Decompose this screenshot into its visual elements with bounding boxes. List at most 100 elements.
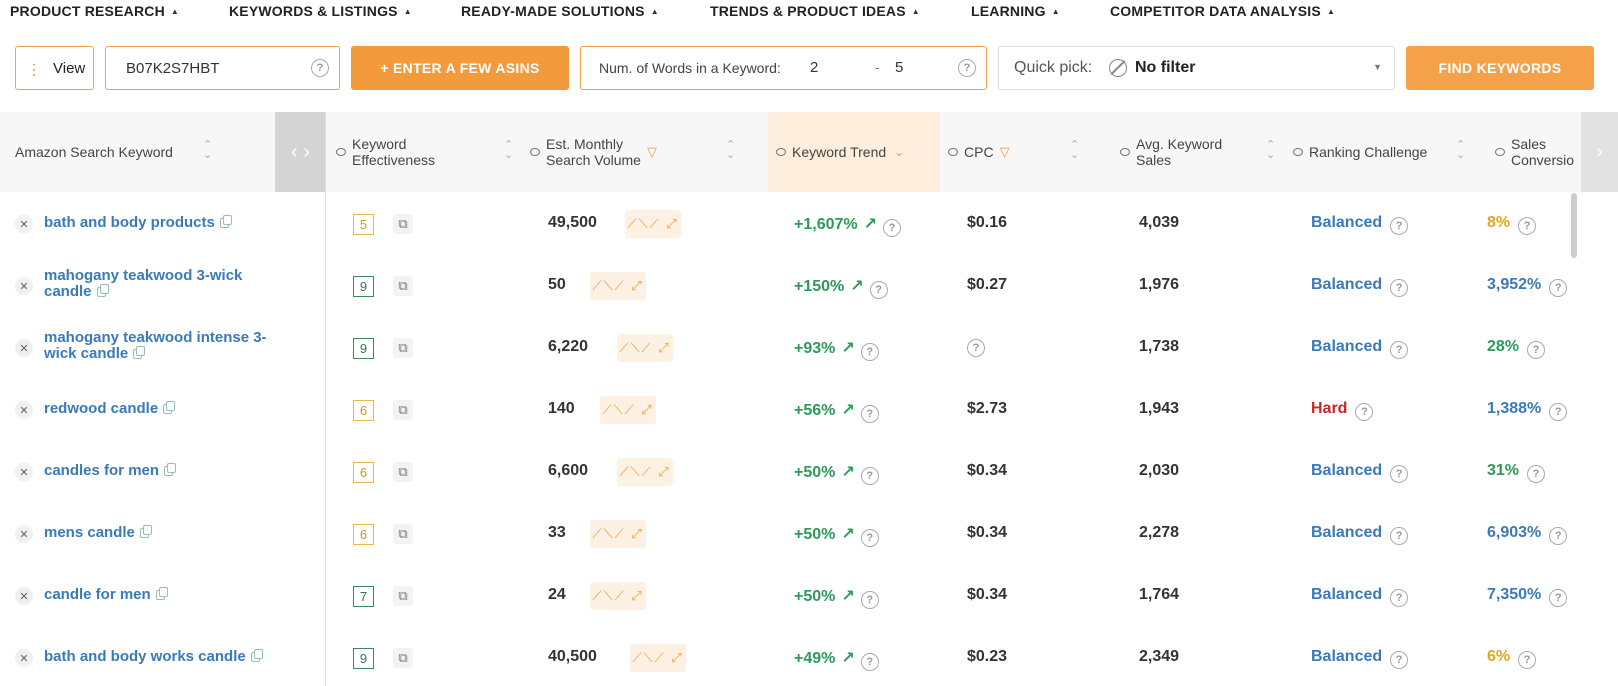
external-link-icon[interactable]: ⧉ bbox=[393, 462, 413, 482]
external-link-icon[interactable]: ⧉ bbox=[393, 524, 413, 544]
copy-icon[interactable] bbox=[139, 525, 152, 538]
keyword-link[interactable]: mahogany teakwood 3-wick candle bbox=[44, 268, 294, 300]
table-row[interactable]: ✕ candle for men 7 ⧉ 24 ⟋⟍⟋ ⤢ +50% ↗? $0.… bbox=[0, 565, 1618, 627]
sort-icon[interactable]: ⌃ ⌄ bbox=[1070, 140, 1079, 161]
help-icon[interactable]: ? bbox=[1527, 465, 1546, 483]
col-est-monthly-search-volume[interactable]: Est. Monthly Search Volume ▽ ⌃ ⌄ bbox=[530, 112, 740, 192]
filter-icon[interactable]: ▽ bbox=[647, 144, 657, 160]
nav-keywords-listings[interactable]: KEYWORDS & LISTINGS ▲ bbox=[229, 3, 412, 19]
table-row[interactable]: ✕ redwood candle 6 ⧉ 140 ⟋⟍⟋ ⤢ +56% ↗? $2… bbox=[0, 379, 1618, 441]
help-icon[interactable]: ? bbox=[958, 59, 976, 77]
help-icon[interactable]: ? bbox=[860, 653, 879, 671]
eye-icon[interactable] bbox=[1293, 148, 1303, 156]
chevron-down-icon[interactable]: ⌄ bbox=[894, 144, 904, 160]
sparkline-icon[interactable]: ⟋⟍⟋ ⤢ bbox=[617, 334, 673, 362]
sort-icon[interactable]: ⌃ ⌄ bbox=[203, 140, 212, 161]
external-link-icon[interactable]: ⧉ bbox=[393, 586, 413, 606]
help-icon[interactable]: ? bbox=[860, 343, 879, 361]
help-icon[interactable]: ? bbox=[1518, 651, 1537, 669]
sparkline-icon[interactable]: ⟋⟍⟋ ⤢ bbox=[590, 582, 646, 610]
help-icon[interactable]: ? bbox=[1390, 465, 1409, 483]
help-icon[interactable]: ? bbox=[1390, 279, 1409, 297]
help-icon[interactable]: ? bbox=[883, 219, 902, 237]
eye-icon[interactable] bbox=[1120, 148, 1130, 156]
col-amazon-search-keyword[interactable]: Amazon Search Keyword ⌃ ⌄ bbox=[15, 112, 265, 192]
copy-icon[interactable] bbox=[133, 346, 146, 359]
keyword-link[interactable]: bath and body works candle bbox=[44, 649, 294, 665]
sparkline-icon[interactable]: ⟋⟍⟋ ⤢ bbox=[590, 272, 646, 300]
nav-trends-product-ideas[interactable]: TRENDS & PRODUCT IDEAS ▲ bbox=[710, 3, 920, 19]
keyword-link[interactable]: candle for men bbox=[44, 587, 294, 603]
nav-ready-made-solutions[interactable]: READY-MADE SOLUTIONS ▲ bbox=[461, 3, 659, 19]
eye-icon[interactable] bbox=[776, 148, 786, 156]
help-icon[interactable]: ? bbox=[1390, 651, 1409, 669]
help-icon[interactable]: ? bbox=[1527, 341, 1546, 359]
help-icon[interactable]: ? bbox=[1549, 279, 1568, 297]
help-icon[interactable]: ? bbox=[311, 59, 329, 77]
nav-product-research[interactable]: PRODUCT RESEARCH ▲ bbox=[10, 3, 179, 19]
nav-learning[interactable]: LEARNING ▲ bbox=[971, 3, 1060, 19]
help-icon[interactable]: ? bbox=[860, 591, 879, 609]
copy-icon[interactable] bbox=[164, 463, 177, 476]
col-sales-conversion[interactable]: Sales Conversio bbox=[1495, 112, 1581, 192]
sparkline-icon[interactable]: ⟋⟍⟋ ⤢ bbox=[617, 458, 673, 486]
remove-icon[interactable]: ✕ bbox=[15, 463, 33, 481]
eye-icon[interactable] bbox=[948, 148, 958, 156]
scroll-right-button[interactable]: › bbox=[1581, 112, 1618, 192]
help-icon[interactable]: ? bbox=[1390, 217, 1409, 235]
external-link-icon[interactable]: ⧉ bbox=[393, 648, 413, 668]
remove-icon[interactable]: ✕ bbox=[15, 587, 33, 605]
eye-icon[interactable] bbox=[336, 148, 346, 156]
table-row[interactable]: ✕ mahogany teakwood 3-wick candle 9 ⧉ 50 … bbox=[0, 255, 1618, 317]
copy-icon[interactable] bbox=[219, 215, 232, 228]
col-avg-keyword-sales[interactable]: Avg. Keyword Sales ⌃ ⌄ bbox=[1120, 112, 1280, 192]
help-icon[interactable]: ? bbox=[1549, 589, 1568, 607]
external-link-icon[interactable]: ⧉ bbox=[393, 214, 413, 234]
sparkline-icon[interactable]: ⟋⟍⟋ ⤢ bbox=[625, 210, 681, 238]
help-icon[interactable]: ? bbox=[860, 467, 879, 485]
sparkline-icon[interactable]: ⟋⟍⟋ ⤢ bbox=[590, 520, 646, 548]
word-count-min-input[interactable]: 2 bbox=[810, 59, 818, 76]
remove-icon[interactable]: ✕ bbox=[15, 339, 33, 357]
remove-icon[interactable]: ✕ bbox=[15, 215, 33, 233]
table-row[interactable]: ✕ mahogany teakwood intense 3- wick candl… bbox=[0, 317, 1618, 379]
copy-icon[interactable] bbox=[96, 284, 109, 297]
external-link-icon[interactable]: ⧉ bbox=[393, 338, 413, 358]
external-link-icon[interactable]: ⧉ bbox=[393, 276, 413, 296]
sparkline-icon[interactable]: ⟋⟍⟋ ⤢ bbox=[600, 396, 656, 424]
remove-icon[interactable]: ✕ bbox=[15, 525, 33, 543]
quick-pick-select[interactable]: Quick pick: No filter ▼ bbox=[998, 46, 1395, 90]
remove-icon[interactable]: ✕ bbox=[15, 401, 33, 419]
sparkline-icon[interactable]: ⟋⟍⟋ ⤢ bbox=[630, 644, 686, 672]
help-icon[interactable]: ? bbox=[1549, 403, 1568, 421]
external-link-icon[interactable]: ⧉ bbox=[393, 400, 413, 420]
copy-icon[interactable] bbox=[155, 587, 168, 600]
table-row[interactable]: ✕ bath and body works candle 9 ⧉ 40,500 … bbox=[0, 627, 1618, 686]
nav-competitor-data-analysis[interactable]: COMPETITOR DATA ANALYSIS ▲ bbox=[1110, 3, 1335, 19]
table-row[interactable]: ✕ candles for men 6 ⧉ 6,600 ⟋⟍⟋ ⤢ +50% ↗?… bbox=[0, 441, 1618, 503]
help-icon[interactable]: ? bbox=[1390, 341, 1409, 359]
remove-icon[interactable]: ✕ bbox=[15, 277, 33, 295]
eye-icon[interactable] bbox=[1495, 148, 1505, 156]
enter-asins-button[interactable]: + ENTER A FEW ASINS bbox=[351, 46, 569, 90]
help-icon[interactable]: ? bbox=[1549, 527, 1568, 545]
view-button[interactable]: ⋯ View bbox=[15, 46, 94, 90]
help-icon[interactable]: ? bbox=[869, 281, 888, 299]
table-row[interactable]: ✕ bath and body products 5 ⧉ 49,500 ⟋⟍⟋ … bbox=[0, 193, 1618, 255]
table-row[interactable]: ✕ mens candle 6 ⧉ 33 ⟋⟍⟋ ⤢ +50% ↗? $0.34 … bbox=[0, 503, 1618, 565]
eye-icon[interactable] bbox=[530, 148, 540, 156]
remove-icon[interactable]: ✕ bbox=[15, 649, 33, 667]
sort-icon[interactable]: ⌃ ⌄ bbox=[1266, 140, 1275, 161]
scroll-left-button[interactable]: ‹ › bbox=[275, 112, 326, 192]
keyword-link[interactable]: bath and body products bbox=[44, 215, 294, 231]
word-count-max-input[interactable]: 5 bbox=[895, 59, 903, 76]
help-icon[interactable]: ? bbox=[1355, 403, 1374, 421]
sort-icon[interactable]: ⌃ ⌄ bbox=[504, 140, 513, 161]
asin-input[interactable]: B07K2S7HBT ? bbox=[105, 46, 340, 90]
sort-icon[interactable]: ⌃ ⌄ bbox=[726, 140, 735, 161]
vertical-scrollbar[interactable] bbox=[1571, 193, 1577, 258]
keyword-link[interactable]: mens candle bbox=[44, 525, 294, 541]
sort-icon[interactable]: ⌃ ⌄ bbox=[1456, 140, 1465, 161]
help-icon[interactable]: ? bbox=[860, 405, 879, 423]
keyword-link[interactable]: candles for men bbox=[44, 463, 294, 479]
